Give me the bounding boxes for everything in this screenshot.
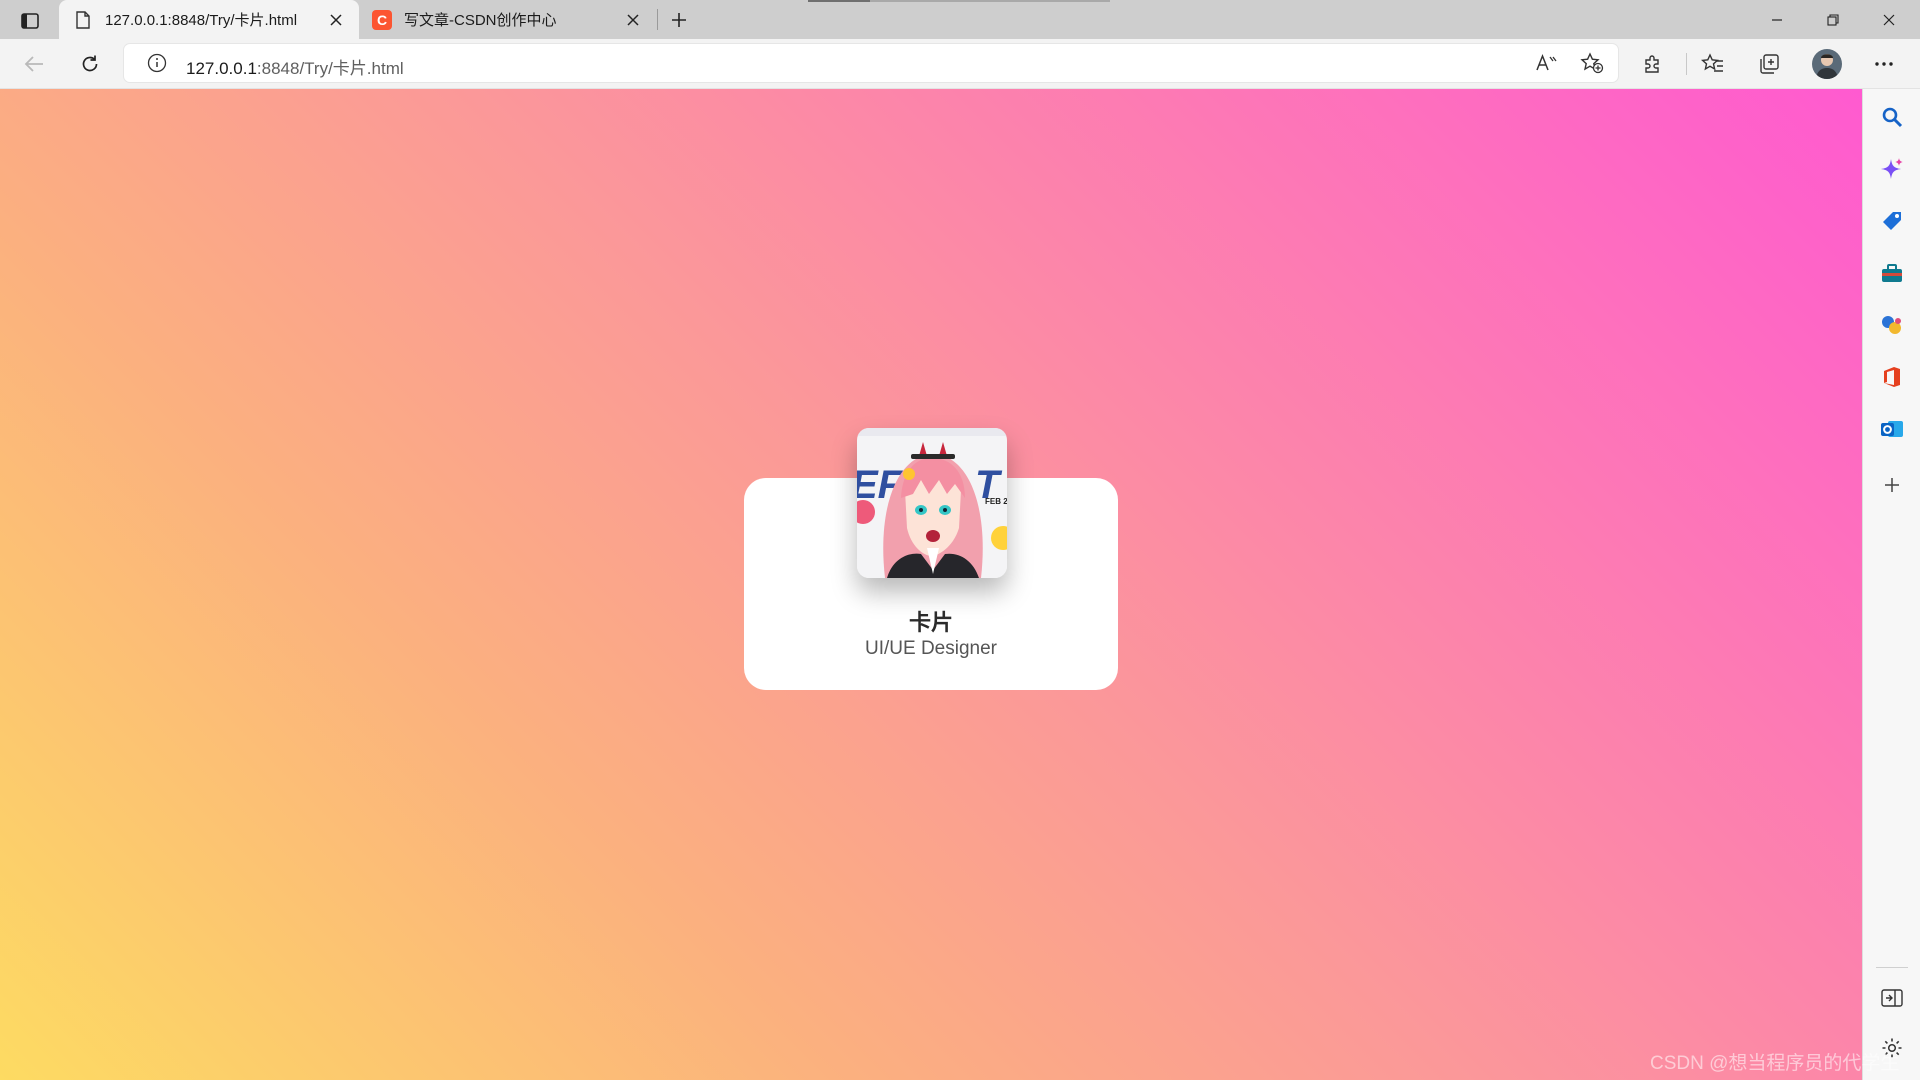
tab-close-icon[interactable] — [325, 9, 347, 31]
card-avatar-image: EF T FEB 2 — [857, 428, 1007, 578]
svg-text:FEB 2: FEB 2 — [985, 497, 1007, 506]
toolbar-divider — [1686, 53, 1687, 75]
csdn-icon: C — [372, 9, 392, 30]
tag-icon[interactable] — [1877, 206, 1907, 236]
plus-icon — [672, 13, 686, 27]
address-bar[interactable]: 127.0.0.1:8848/Try/卡片.html — [124, 44, 1618, 82]
tab-title: 写文章-CSDN创作中心 — [404, 12, 557, 29]
watermark: CSDN @想当程序员的代学生 — [1650, 1053, 1900, 1074]
add-icon[interactable] — [1877, 470, 1907, 500]
back-arrow-icon — [24, 56, 43, 72]
tab-title: 127.0.0.1:8848/Try/卡片.html — [105, 12, 298, 29]
back-button[interactable] — [18, 48, 50, 80]
sidebar-divider — [1876, 967, 1908, 968]
extensions-icon — [1645, 55, 1659, 73]
restore-icon — [1827, 13, 1839, 26]
url-path: :8848/Try/卡片.html — [256, 59, 404, 78]
minimize-button[interactable] — [1749, 0, 1805, 39]
read-aloud-icon[interactable] — [1534, 51, 1558, 75]
tab-strip: 127.0.0.1:8848/Try/卡片.html C 写文章-CSDN创作中… — [0, 0, 1920, 39]
refresh-button[interactable] — [74, 48, 106, 80]
browser-toolbar: 127.0.0.1:8848/Try/卡片.html — [0, 39, 1920, 89]
card-role: UI/UE Designer — [865, 638, 997, 659]
page-viewport: EF T FEB 2 卡片 UI/UE D — [0, 89, 1862, 1080]
close-window-button[interactable] — [1861, 0, 1917, 39]
tools-icon[interactable] — [1877, 258, 1907, 288]
favorites-button[interactable] — [1697, 48, 1729, 80]
new-tab-button[interactable] — [665, 7, 693, 33]
close-icon — [1883, 14, 1895, 25]
collections-icon — [1760, 54, 1779, 74]
drag-region-handle — [808, 0, 870, 2]
collections-button[interactable] — [1753, 48, 1785, 80]
card-name: 卡片 — [908, 610, 953, 635]
favorites-icon — [1701, 53, 1723, 72]
minimize-icon — [1772, 18, 1782, 21]
profile-avatar[interactable] — [1812, 49, 1842, 79]
url-host: 127.0.0.1 — [186, 59, 257, 78]
page-icon — [73, 10, 93, 30]
settings-more-button[interactable] — [1868, 48, 1900, 80]
site-info-icon[interactable] — [146, 52, 168, 74]
add-favorite-icon[interactable] — [1580, 51, 1604, 75]
svg-text:C: C — [377, 12, 387, 28]
outlook-icon[interactable] — [1877, 414, 1907, 444]
search-icon[interactable] — [1877, 102, 1907, 132]
tab-divider — [657, 9, 658, 30]
sidebar-collapse-icon[interactable] — [1877, 983, 1907, 1013]
edge-sidebar — [1862, 89, 1920, 1080]
restore-button[interactable] — [1805, 0, 1861, 39]
tab-actions-button[interactable] — [14, 8, 46, 34]
copilot-icon[interactable] — [1877, 154, 1907, 184]
refresh-icon — [82, 55, 98, 72]
more-icon — [1875, 62, 1893, 66]
tab-actions-icon — [21, 13, 39, 29]
extensions-button[interactable] — [1637, 48, 1669, 80]
office-icon[interactable] — [1877, 362, 1907, 392]
games-icon[interactable] — [1877, 310, 1907, 340]
url-text[interactable]: 127.0.0.1:8848/Try/卡片.html — [186, 54, 404, 79]
tab-close-icon[interactable] — [622, 9, 644, 31]
tab-active[interactable]: 127.0.0.1:8848/Try/卡片.html — [59, 0, 359, 39]
tab-csdn[interactable]: C 写文章-CSDN创作中心 — [362, 0, 656, 39]
